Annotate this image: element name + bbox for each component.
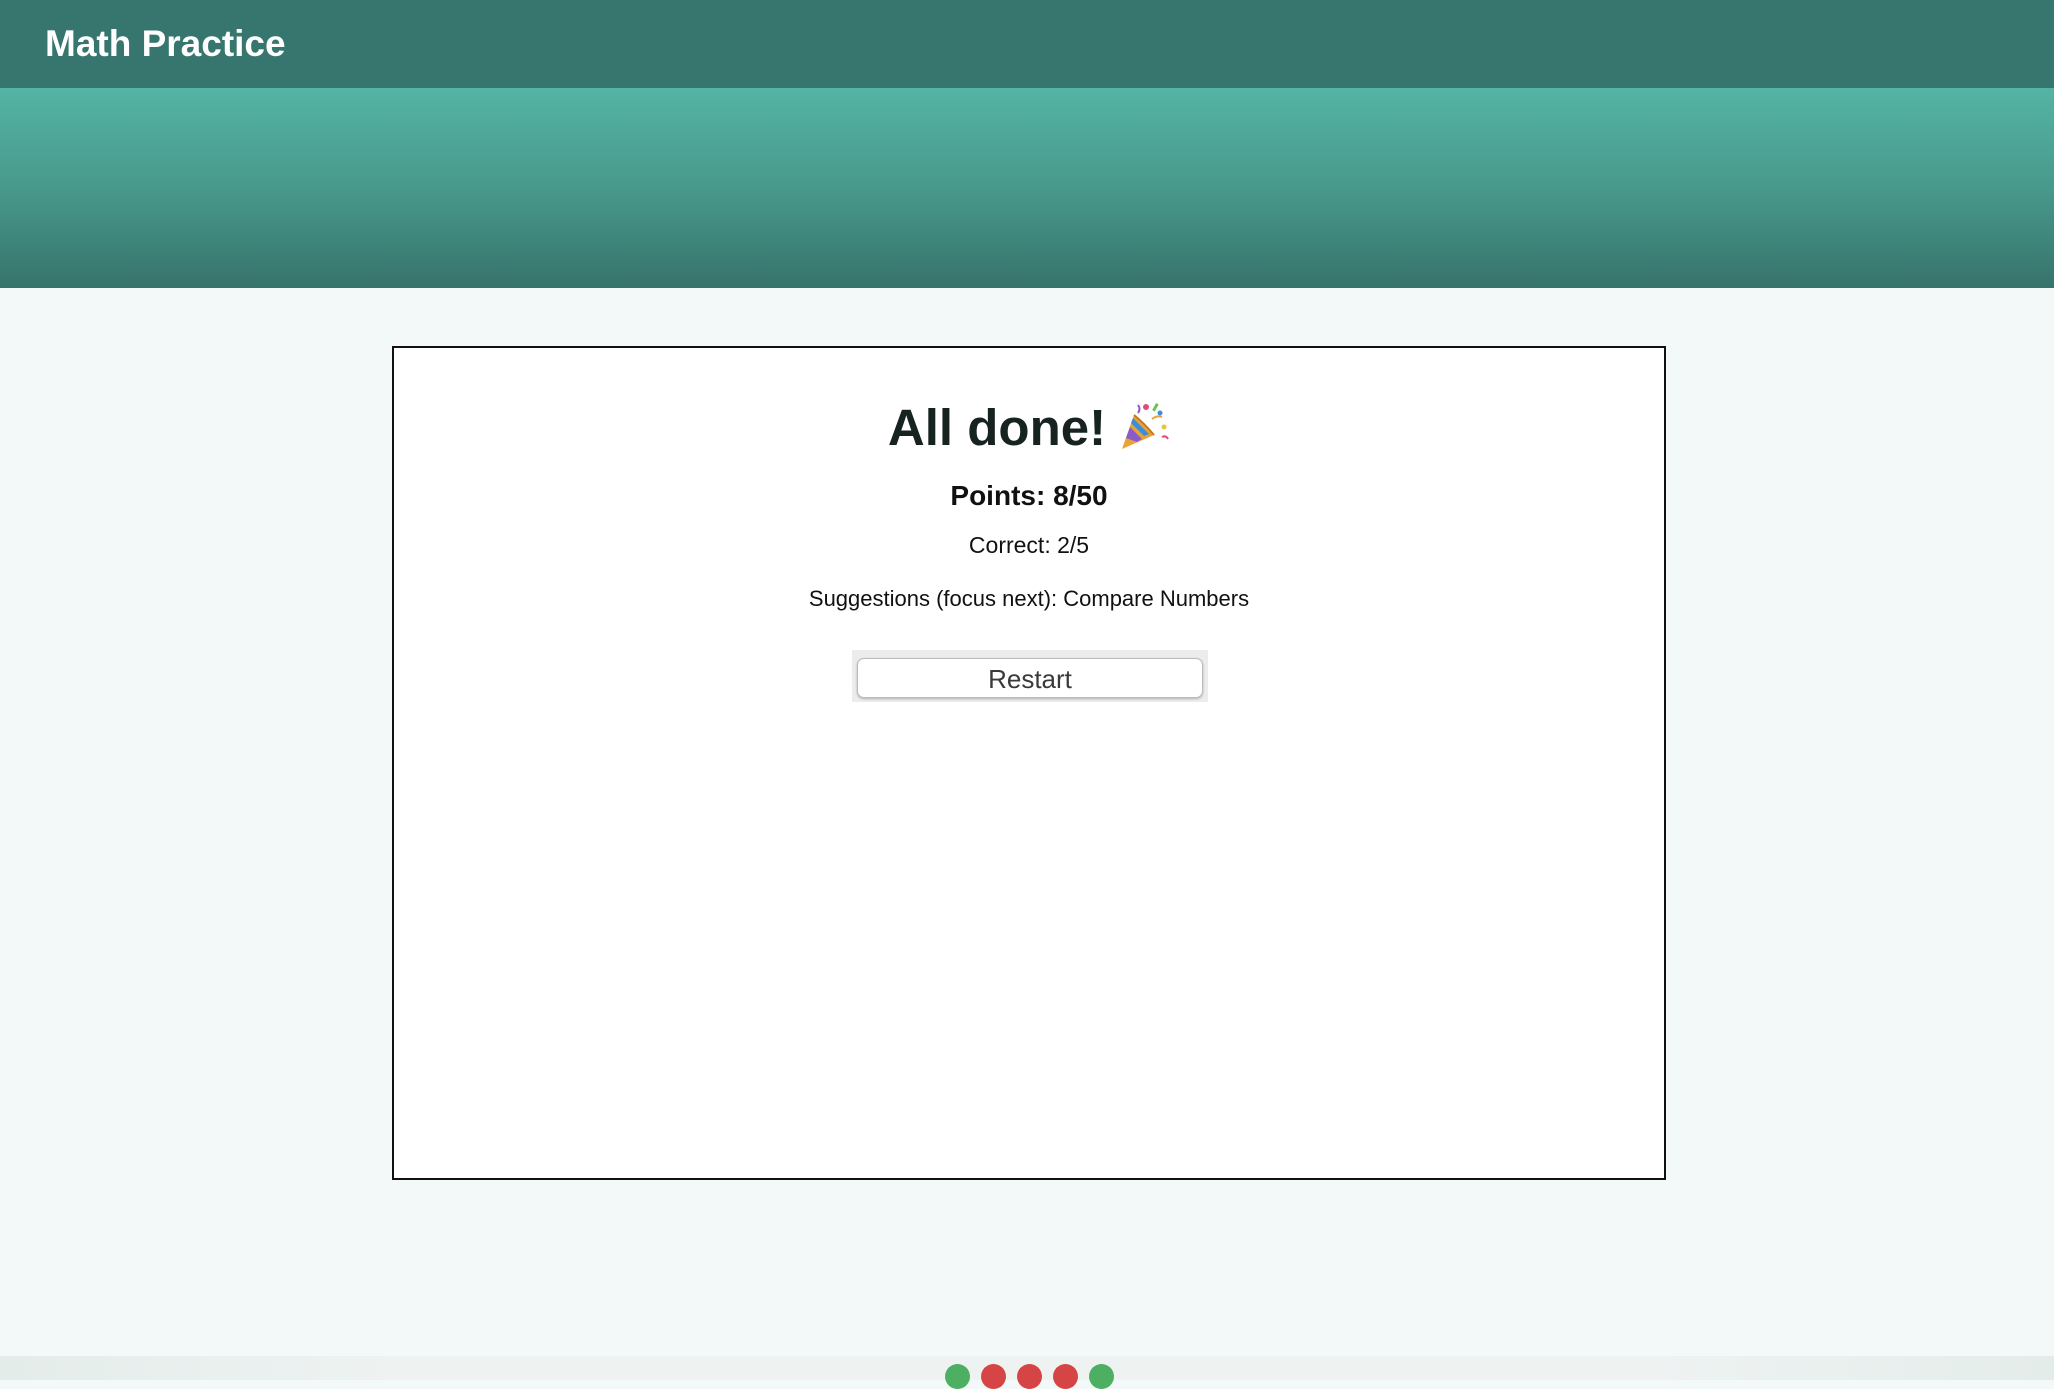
answer-progress-dots [945,1364,1114,1389]
hero-banner [0,88,2054,288]
progress-dot-wrong [1053,1364,1078,1389]
top-bar: Math Practice [0,0,2054,88]
results-heading-text: All done! [887,399,1107,456]
results-heading: All done! [394,396,1664,460]
suggestions-text: Suggestions (focus next): Compare Number… [808,586,1250,611]
progress-dot-wrong [1017,1364,1042,1389]
progress-dot-correct [945,1364,970,1389]
restart-button-wrapper: Restart [852,650,1208,702]
correct-count: Correct: 2/5 [968,532,1090,558]
results-card: All done! Points: 8/50 Correct: 2/5 Sugg… [392,346,1666,1180]
points-score: Points: 8/50 [950,480,1108,511]
progress-dot-correct [1089,1364,1114,1389]
restart-button[interactable]: Restart [857,658,1203,698]
progress-dot-wrong [981,1364,1006,1389]
app-title: Math Practice [45,23,286,64]
party-popper-icon [1116,399,1170,453]
